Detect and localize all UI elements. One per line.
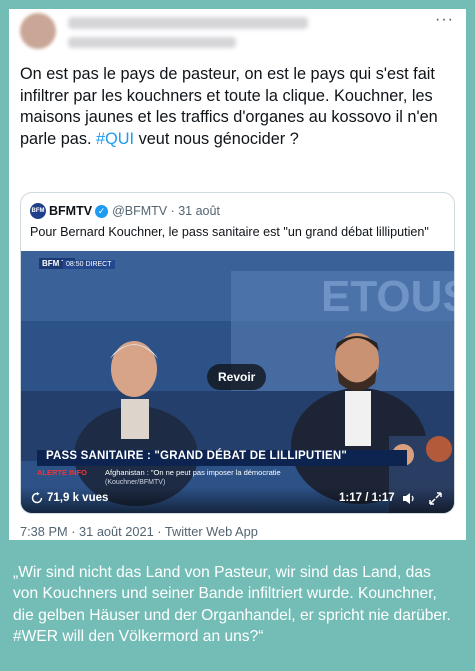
video-time: 1:17 / 1:17 bbox=[339, 492, 395, 504]
alert-label: ALERTE INFO bbox=[37, 468, 87, 477]
hashtag-link[interactable]: #QUI bbox=[96, 130, 134, 148]
blurred-author-name bbox=[68, 17, 308, 29]
view-count: 71,9 k vues bbox=[31, 492, 108, 504]
avatar[interactable] bbox=[20, 13, 56, 49]
quoted-author-name[interactable]: BFMTV bbox=[49, 204, 92, 218]
svg-text:ETOUS: ETOUS bbox=[321, 272, 454, 321]
news-ticker-source: (Kouchner/BFMTV) bbox=[105, 479, 166, 486]
live-tag: 08:50 DIRECT bbox=[63, 260, 115, 269]
translation-caption: „Wir sind nicht das Land von Pasteur, wi… bbox=[13, 564, 451, 646]
tweet-meta[interactable]: 7:38 PM · 31 août 2021 · Twitter Web App bbox=[20, 524, 258, 539]
verified-badge-icon: ✓ bbox=[95, 204, 109, 218]
volume-icon[interactable] bbox=[401, 491, 416, 506]
quoted-tweet-text: Pour Bernard Kouchner, le pass sanitaire… bbox=[30, 225, 429, 239]
quoted-handle-date: @BFMTV · 31 août bbox=[112, 204, 220, 218]
view-count-text: 71,9 k vues bbox=[47, 492, 109, 504]
news-ticker: Afghanistan : "On ne peut pas imposer la… bbox=[105, 468, 281, 477]
replay-button[interactable]: Revoir bbox=[207, 364, 267, 390]
bfmtv-logo-icon: BFM bbox=[30, 203, 46, 219]
replay-icon[interactable] bbox=[31, 492, 43, 504]
fullscreen-icon[interactable] bbox=[428, 491, 443, 506]
news-banner-text: PASS SANITAIRE : "GRAND DÉBAT DE LILLIPU… bbox=[46, 450, 348, 462]
blurred-author-handle bbox=[68, 37, 236, 48]
video-player[interactable]: ETOUS BFM TV 08:50 DIRECT Revoir PASS SA… bbox=[21, 251, 454, 513]
quoted-tweet[interactable]: BFM BFMTV ✓ @BFMTV · 31 août Pour Bernar… bbox=[20, 192, 455, 514]
quoted-tweet-header: BFM BFMTV ✓ @BFMTV · 31 août bbox=[30, 203, 220, 219]
tweet-text: On est pas le pays de pasteur, on est le… bbox=[20, 64, 462, 150]
tweet-text-end: veut nous génocider ? bbox=[134, 129, 299, 148]
more-options-icon[interactable]: ··· bbox=[435, 11, 454, 29]
tweet-card: ··· On est pas le pays de pasteur, on es… bbox=[9, 9, 466, 540]
